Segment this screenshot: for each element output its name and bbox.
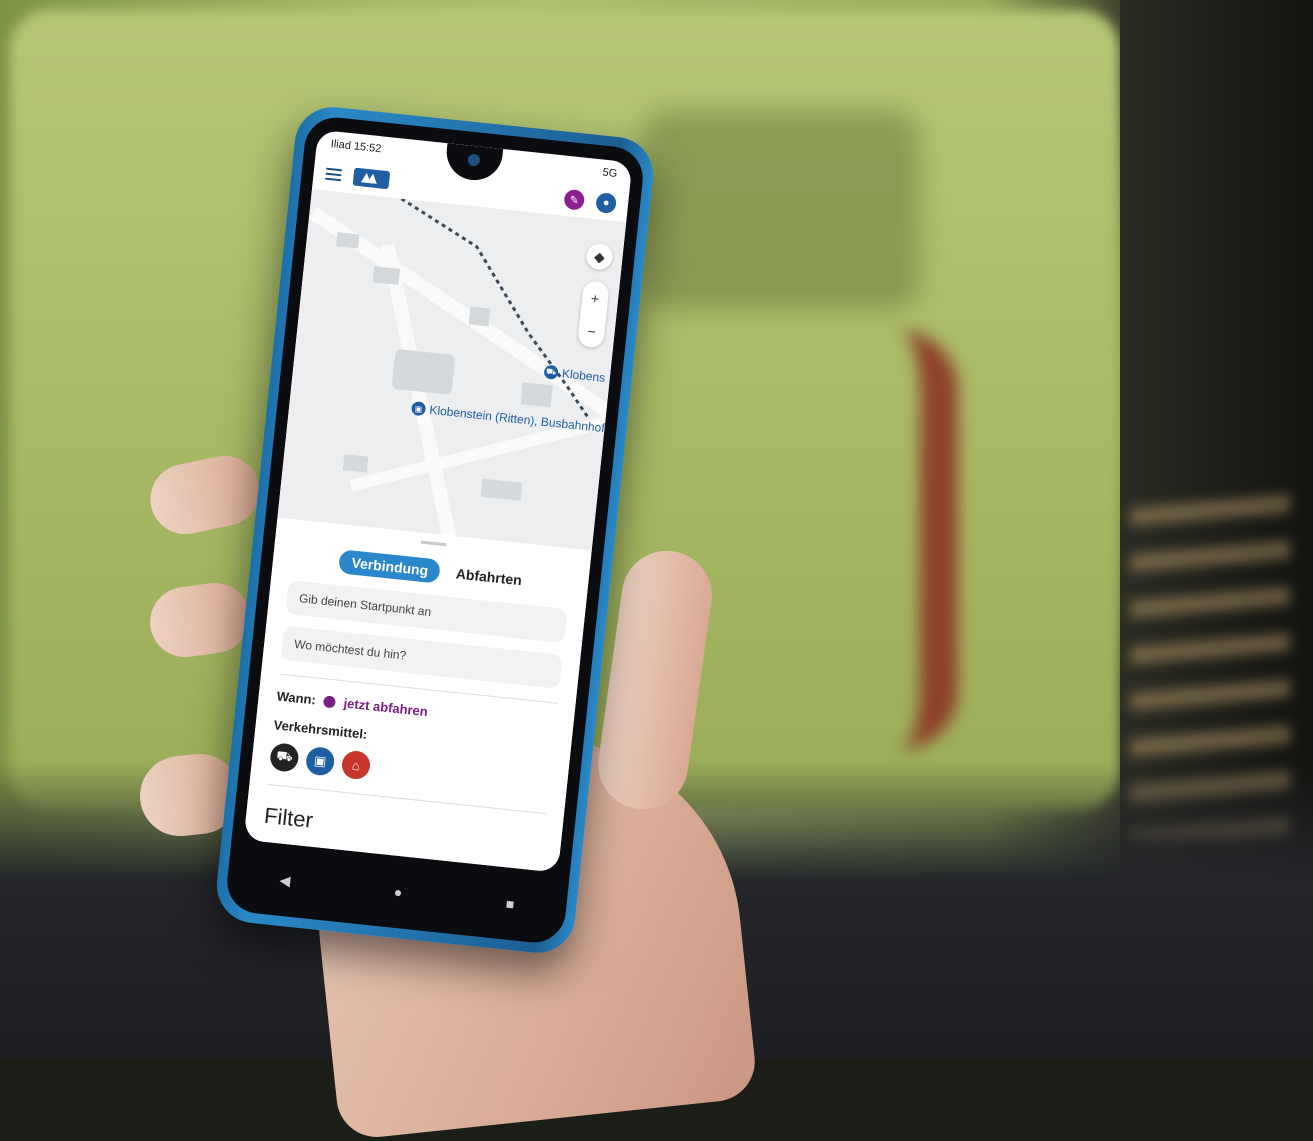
start-placeholder: Gib deinen Startpunkt an [298, 591, 432, 620]
finger-2 [145, 578, 255, 662]
bottom-sheet: Verbindung Abfahrten Gib deinen Startpun… [243, 517, 592, 873]
clock-icon [323, 694, 337, 709]
zoom-in-button[interactable]: + [590, 290, 600, 307]
nav-home-icon[interactable]: ● [393, 884, 403, 901]
destination-placeholder: Wo möchtest du hin? [293, 636, 407, 663]
tab-verbindung[interactable]: Verbindung [338, 549, 442, 584]
train-icon[interactable]: ⛟ [269, 742, 300, 773]
status-signal: 5G [601, 166, 618, 181]
hamburger-menu-icon[interactable] [325, 167, 343, 182]
transport-label: Verkehrsmittel: [272, 717, 368, 742]
when-value[interactable]: jetzt abfahren [343, 695, 429, 719]
map-view[interactable]: ◆ + − ⛟ Klobens ▣ Klobenstein (Ritten), … [277, 189, 627, 551]
bus-stripe [800, 330, 958, 750]
cable-car-icon[interactable]: ⌂ [340, 749, 372, 781]
nav-back-icon[interactable]: ◀ [279, 871, 291, 889]
zoom-out-button[interactable]: − [587, 322, 597, 339]
thumb [592, 545, 718, 815]
bus-logo [640, 110, 920, 310]
bus-icon[interactable]: ▣ [304, 745, 336, 777]
status-carrier-time: Iliad 15:52 [330, 138, 382, 156]
finger-1 [143, 449, 267, 541]
phone-bezel: Iliad 15:52 5G ✎ ● ◆ + − ⛟ Klobens ▣ Klo… [224, 114, 646, 946]
sheet-handle[interactable] [420, 540, 447, 547]
nav-recent-icon[interactable]: ■ [505, 895, 515, 912]
phone-screen: Iliad 15:52 5G ✎ ● ◆ + − ⛟ Klobens ▣ Klo… [243, 129, 633, 873]
user-account-icon[interactable]: ● [595, 192, 618, 215]
app-logo [352, 167, 391, 190]
tab-abfahrten[interactable]: Abfahrten [455, 565, 522, 588]
front-camera [467, 153, 481, 167]
ticket-icon[interactable]: ✎ [563, 188, 586, 211]
filter-title[interactable]: Filter [263, 803, 544, 858]
when-label: Wann: [276, 688, 317, 708]
